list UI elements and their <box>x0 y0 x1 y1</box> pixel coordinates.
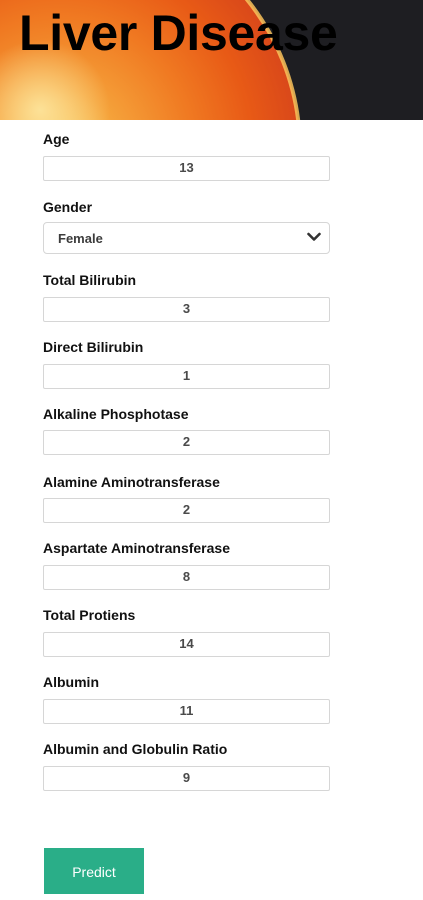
albumin-globulin-ratio-label: Albumin and Globulin Ratio <box>43 741 228 757</box>
gender-select-value: Female <box>58 231 103 246</box>
albumin-input[interactable]: 11 <box>43 699 330 724</box>
direct-bilirubin-label: Direct Bilirubin <box>43 339 144 355</box>
aspartate-aminotransferase-input[interactable]: 8 <box>43 565 330 590</box>
predict-button[interactable]: Predict <box>44 848 144 894</box>
albumin-globulin-ratio-input[interactable]: 9 <box>43 766 330 791</box>
alamine-aminotransferase-label: Alamine Aminotransferase <box>43 474 220 490</box>
total-protiens-label: Total Protiens <box>43 607 136 623</box>
albumin-label: Albumin <box>43 674 99 690</box>
total-bilirubin-input[interactable]: 3 <box>43 297 330 322</box>
gender-select[interactable]: Female <box>43 222 330 254</box>
gender-label: Gender <box>43 199 93 215</box>
total-protiens-input[interactable]: 14 <box>43 632 330 657</box>
page: Liver Disease Age 13 Gender Female Total… <box>0 0 423 900</box>
alkaline-phosphotase-label: Alkaline Phosphotase <box>43 406 189 422</box>
age-label: Age <box>43 131 70 147</box>
aspartate-aminotransferase-label: Aspartate Aminotransferase <box>43 540 230 556</box>
header-banner: Liver Disease <box>0 0 423 120</box>
alamine-aminotransferase-input[interactable]: 2 <box>43 498 330 523</box>
age-input[interactable]: 13 <box>43 156 330 181</box>
chevron-down-icon <box>307 232 321 241</box>
alkaline-phosphotase-input[interactable]: 2 <box>43 430 330 455</box>
direct-bilirubin-input[interactable]: 1 <box>43 364 330 389</box>
total-bilirubin-label: Total Bilirubin <box>43 272 137 288</box>
page-title: Liver Disease <box>19 5 338 61</box>
